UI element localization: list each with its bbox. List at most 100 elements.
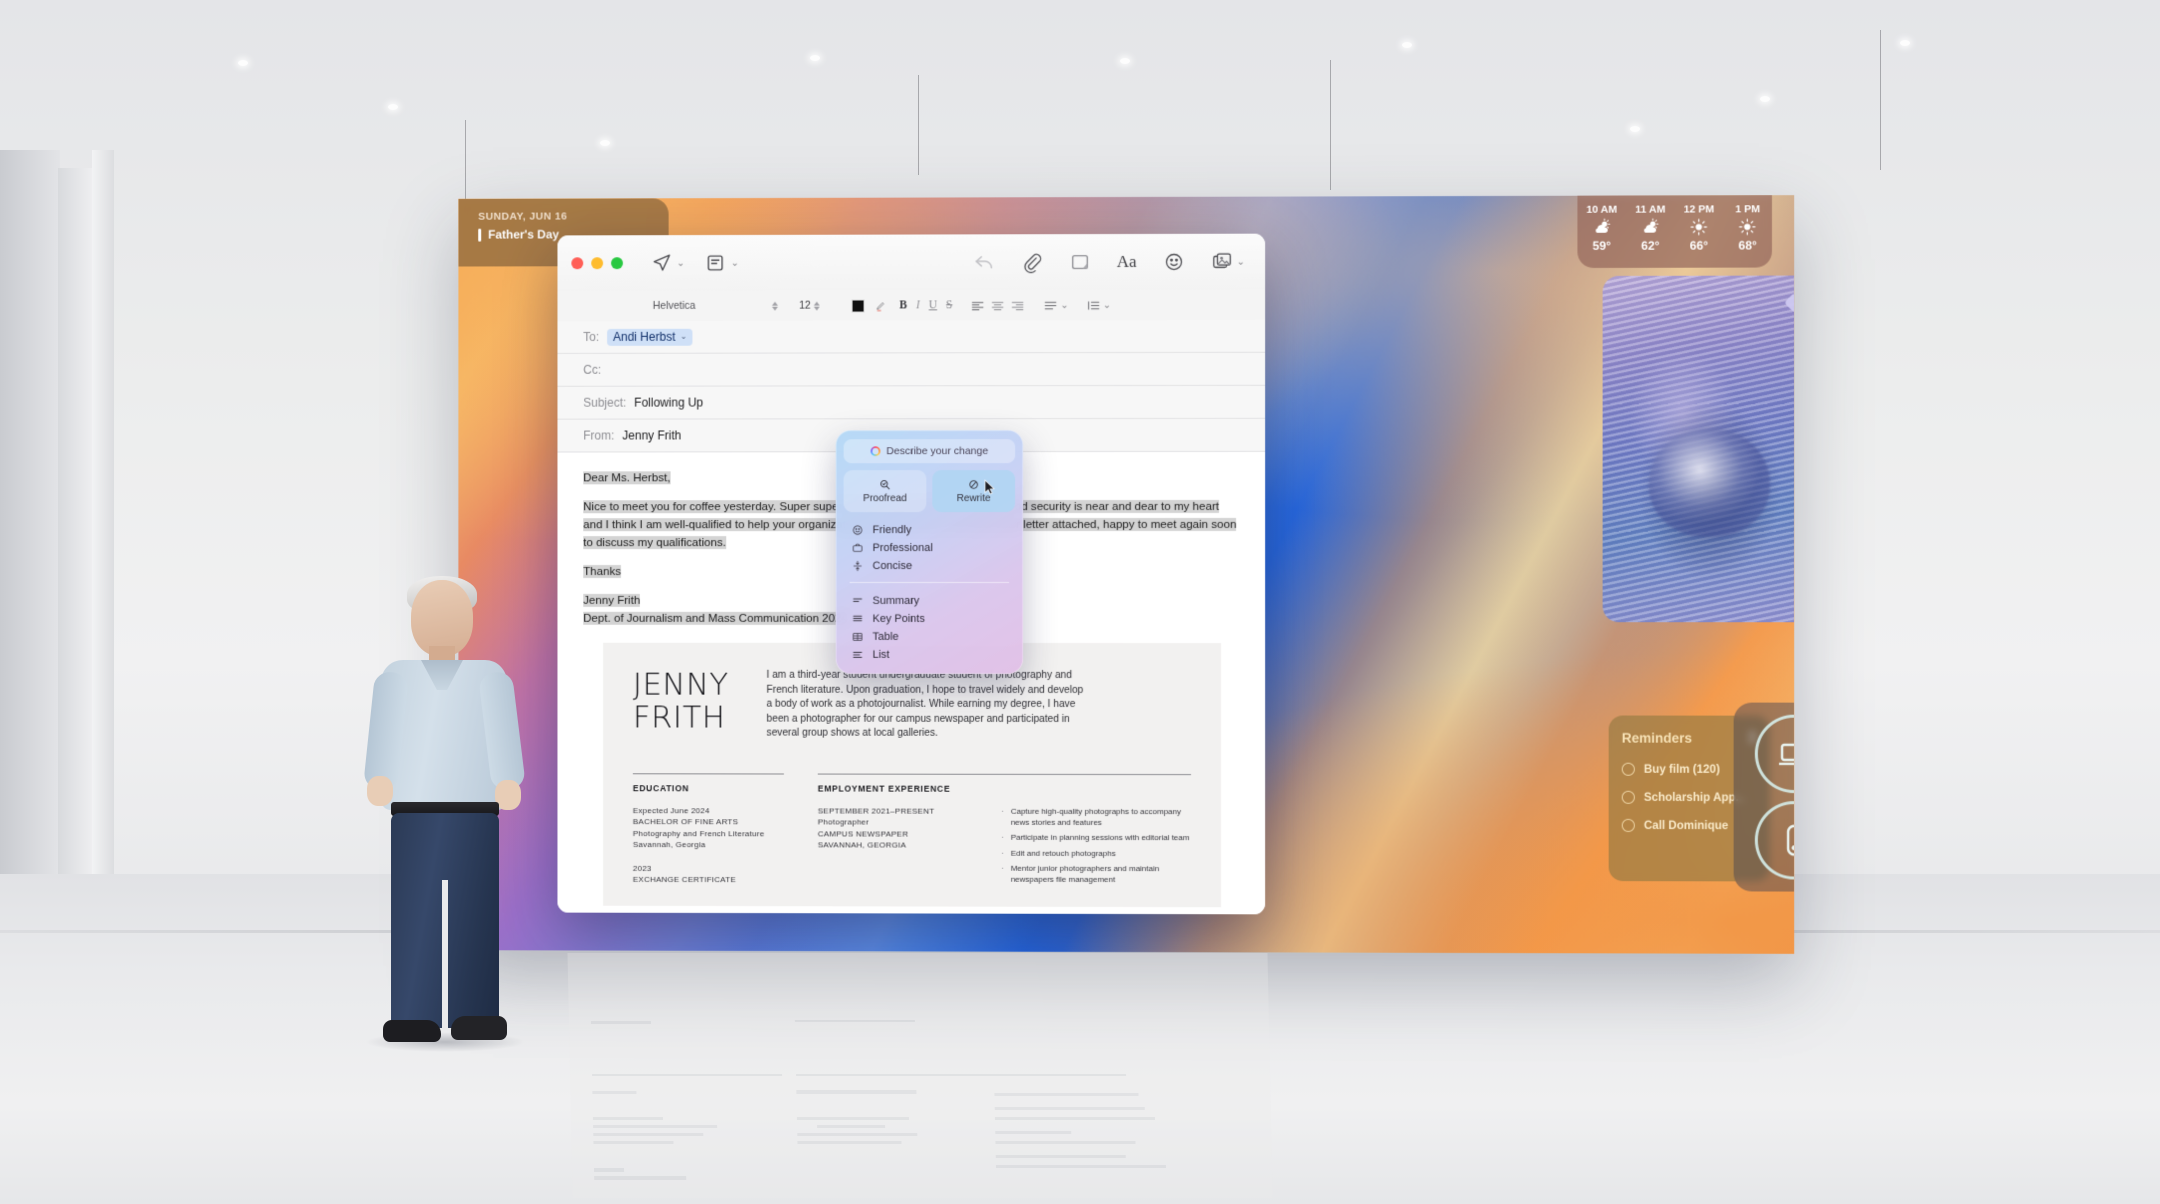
reply-arrow-icon[interactable] — [973, 251, 995, 273]
reminder-checkbox[interactable] — [1621, 762, 1635, 776]
align-center-icon[interactable] — [991, 300, 1005, 311]
resume-education-column: EDUCATION Expected June 2024 BACHELOR OF… — [632, 773, 784, 888]
align-right-icon[interactable] — [1011, 300, 1025, 311]
photos-chevron-down-icon: ⌄ — [1236, 256, 1246, 268]
devices-widget[interactable] — [1733, 702, 1795, 892]
ceiling-lamp — [1760, 96, 1770, 102]
sun-behind-cloud-icon — [1643, 217, 1660, 233]
suspension-wire — [1330, 60, 1331, 190]
education-date: 2023 — [632, 863, 652, 873]
recipient-token[interactable]: Andi Herbst ⌄ — [607, 328, 693, 346]
presentation-screen: SUNDAY, JUN 16 Father's Day 10 AM 59° 11… — [458, 195, 1795, 954]
emoji-smiley-icon[interactable] — [1163, 251, 1185, 273]
reminder-checkbox[interactable] — [1621, 818, 1635, 832]
highlight-pen-icon[interactable] — [875, 299, 888, 312]
markup-icon[interactable] — [1069, 251, 1091, 273]
tone-item-friendly[interactable]: Friendly — [844, 521, 1015, 539]
send-chevron-down-icon: ⌄ — [676, 257, 685, 269]
bullet-item: · Capture high-quality photographs to acc… — [1001, 806, 1191, 829]
bullet-text: Mentor junior photographers and maintain… — [1010, 863, 1160, 884]
format-item-list[interactable]: List — [844, 646, 1015, 664]
text-color-swatch[interactable] — [851, 299, 865, 313]
reflected-resume — [567, 953, 1273, 1198]
weather-hour: 10 AM 59° — [1577, 195, 1626, 268]
weather-time: 1 PM — [1735, 202, 1760, 215]
format-label: List — [872, 648, 890, 661]
format-item-table[interactable]: Table — [844, 628, 1015, 646]
weather-time: 10 AM — [1586, 203, 1618, 216]
window-controls[interactable] — [571, 257, 623, 270]
alignment-group — [971, 300, 1025, 311]
stationery-button[interactable]: ⌄ — [705, 252, 739, 274]
photo-browser-button[interactable]: ⌄ — [1211, 251, 1245, 273]
align-left-icon[interactable] — [971, 300, 984, 311]
resume-attachment[interactable]: JENNY FRITH I am a third-year student un… — [603, 642, 1222, 908]
body-signature-name: Jenny Frith — [583, 593, 641, 607]
section-rule — [632, 773, 784, 775]
tone-label: Professional — [872, 542, 933, 555]
suspension-wire — [918, 75, 919, 175]
line-spacing-button[interactable]: ⌄ — [1087, 300, 1111, 311]
minimize-window-button[interactable] — [591, 257, 604, 270]
resume-name-last: FRITH — [632, 699, 726, 736]
tone-item-professional[interactable]: Professional — [844, 539, 1015, 557]
stage-wall-left — [0, 150, 60, 910]
key-points-icon — [852, 613, 864, 625]
apple-intelligence-icon — [870, 446, 881, 457]
photos-widget[interactable] — [1602, 275, 1795, 623]
from-value: Jenny Frith — [622, 428, 682, 443]
ceiling-lamp — [1120, 58, 1130, 64]
photo-subject — [1648, 428, 1770, 537]
format-item-key-points[interactable]: Key Points — [844, 610, 1015, 628]
subject-field-row[interactable]: Subject: Following Up — [557, 385, 1266, 420]
weather-widget[interactable]: 10 AM 59° 11 AM 62° 12 PM 66° 1 PM 68° — [1577, 195, 1772, 268]
font-family-stepper[interactable] — [771, 301, 780, 311]
ceiling-lamp — [1630, 126, 1640, 132]
smiley-face-icon — [852, 524, 864, 536]
reminder-checkbox[interactable] — [1621, 790, 1635, 804]
close-window-button[interactable] — [571, 257, 584, 270]
font-size-input[interactable]: 12 — [796, 300, 814, 312]
ceiling-lamp — [600, 140, 610, 146]
sun-behind-cloud-icon — [1595, 217, 1611, 233]
strikethrough-button[interactable]: S — [946, 299, 952, 311]
bold-button[interactable]: B — [899, 299, 907, 311]
font-size-stepper[interactable] — [813, 301, 822, 311]
mouse-device-button[interactable] — [1754, 801, 1795, 880]
font-family-select[interactable]: Helvetica — [653, 300, 772, 312]
send-paper-plane-icon — [651, 252, 673, 274]
presenter-right-shoe — [451, 1016, 507, 1040]
list-chevron-down-icon: ⌄ — [1060, 299, 1069, 311]
education-degree: EXCHANGE CERTIFICATE — [632, 874, 737, 885]
list-style-button[interactable]: ⌄ — [1044, 299, 1069, 311]
format-item-summary[interactable]: Summary — [844, 592, 1015, 610]
proofread-button[interactable]: Proofread — [843, 470, 927, 513]
to-field-row[interactable]: To: Andi Herbst ⌄ — [557, 319, 1266, 354]
stage-wall-left-inner — [58, 168, 92, 888]
writing-tools-popover[interactable]: Describe your change Proofread Rewrite F… — [835, 430, 1024, 674]
laptop-device-button[interactable] — [1754, 714, 1795, 794]
resume-name-first: JENNY — [632, 666, 729, 703]
proofread-label: Proofread — [863, 493, 907, 505]
date-widget-date: SUNDAY, JUN 16 — [478, 210, 568, 223]
describe-change-input[interactable]: Describe your change — [843, 439, 1016, 464]
presenter-left-hand — [367, 776, 393, 806]
italic-button[interactable]: I — [916, 299, 920, 311]
paperclip-icon[interactable] — [1021, 251, 1043, 274]
presenter — [345, 576, 540, 1075]
zoom-window-button[interactable] — [611, 257, 623, 270]
reminders-title: Reminders — [1621, 730, 1693, 746]
tone-item-concise[interactable]: Concise — [844, 557, 1015, 575]
cc-field-row[interactable]: Cc: — [557, 352, 1266, 387]
format-button[interactable]: Aa — [1117, 252, 1137, 272]
weather-hour: 12 PM 66° — [1675, 195, 1724, 268]
send-button[interactable]: ⌄ — [651, 252, 685, 274]
body-greeting: Dear Ms. Herbst, — [583, 471, 671, 485]
weather-temp: 62° — [1641, 238, 1660, 253]
mail-toolbar: ⌄ ⌄ Aa ⌄ — [557, 233, 1266, 292]
mail-format-bar: Helvetica 12 B I U S ⌄ ⌄ — [557, 289, 1266, 322]
resume-name: JENNY FRITH — [632, 666, 729, 742]
rewrite-button[interactable]: Rewrite — [932, 470, 1016, 513]
reminder-label: Call Dominique — [1643, 819, 1729, 832]
underline-button[interactable]: U — [929, 299, 937, 311]
